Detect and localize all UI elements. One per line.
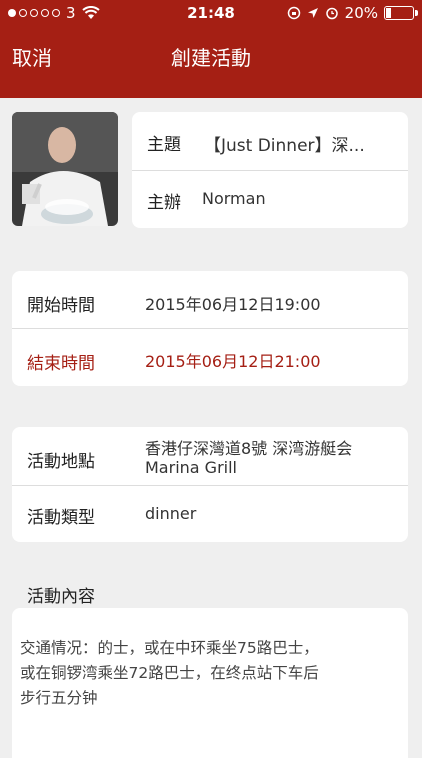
rotation-lock-icon — [287, 6, 300, 20]
location-value-line1: 香港仔深灣道8號 深湾游艇会 — [145, 439, 353, 458]
location-value-line2: Marina Grill — [145, 458, 237, 477]
place-card: 活動地點 香港仔深灣道8號 深湾游艇会 Marina Grill 活動類型 di… — [12, 427, 408, 542]
nav-bar: 取消 創建活動 — [0, 28, 422, 98]
event-info-card: 主題 【Just Dinner】深... 主辦 Norman — [132, 112, 408, 228]
host-label: 主辦 — [147, 193, 181, 213]
subject-label: 主題 — [147, 135, 181, 155]
start-time-value: 2015年06月12日19:00 — [145, 295, 321, 314]
content-textarea[interactable]: 交通情况：的士，或在中环乘坐75路巴士， 或在铜锣湾乘坐72路巴士，在终点站下车… — [12, 608, 408, 758]
host-value: Norman — [202, 189, 266, 208]
type-value: dinner — [145, 504, 197, 523]
end-time-value: 2015年06月12日21:00 — [145, 352, 321, 371]
location-row[interactable]: 活動地點 香港仔深灣道8號 深湾游艇会 Marina Grill — [12, 427, 408, 485]
end-time-label: 結束時間 — [27, 354, 95, 374]
content-text-line3: 步行五分钟 — [20, 689, 98, 707]
start-time-label: 開始時間 — [27, 296, 95, 316]
content-text-line1: 交通情况：的士，或在中环乘坐75路巴士， — [20, 639, 319, 657]
chef-photo — [12, 112, 118, 226]
battery-percent: 20% — [344, 4, 378, 22]
subject-row[interactable]: 主題 【Just Dinner】深... — [132, 112, 408, 170]
end-time-row[interactable]: 結束時間 2015年06月12日21:00 — [12, 328, 408, 386]
content-section-label: 活動內容 — [27, 587, 95, 607]
type-row[interactable]: 活動類型 dinner — [12, 485, 408, 542]
host-avatar[interactable] — [12, 112, 118, 226]
content-text-line2: 或在铜锣湾乘坐72路巴士，在终点站下车后 — [20, 664, 319, 682]
location-icon — [307, 8, 318, 18]
host-row[interactable]: 主辦 Norman — [132, 170, 408, 228]
subject-value: 【Just Dinner】深... — [204, 136, 365, 156]
status-bar: 3 21:48 20% — [0, 0, 422, 28]
header-bar: 3 21:48 20% 取消 創建活動 — [0, 0, 422, 98]
type-label: 活動類型 — [27, 508, 95, 528]
battery-icon — [384, 6, 418, 20]
location-label: 活動地點 — [27, 452, 95, 472]
start-time-row[interactable]: 開始時間 2015年06月12日19:00 — [12, 271, 408, 328]
alarm-icon — [325, 7, 338, 20]
page-title: 創建活動 — [171, 46, 251, 70]
time-card: 開始時間 2015年06月12日19:00 結束時間 2015年06月12日21… — [12, 271, 408, 386]
